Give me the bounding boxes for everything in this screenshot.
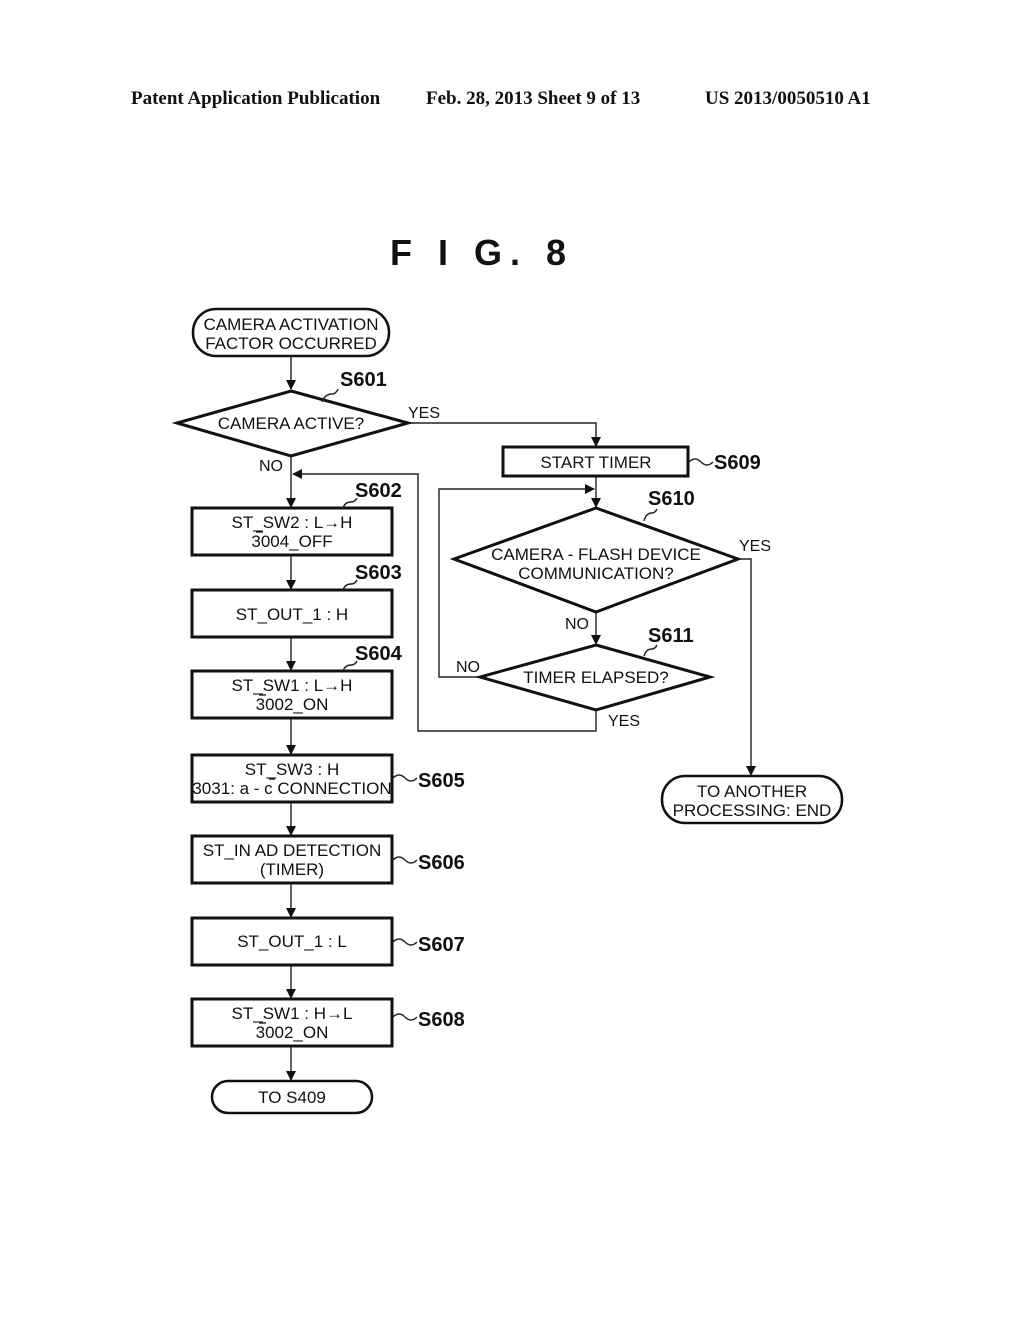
process-s604: ST_SW1 : L→H 3002_ON S604 [190,643,403,720]
s610-no-label: NO [565,616,589,633]
s610-yes-label: YES [739,538,771,555]
s608-line-1: ST_SW1 : H→L [232,1004,353,1023]
start-line-2: FACTOR OCCURRED [205,334,377,353]
s607-line-1: ST_OUT_1 : L [237,932,347,951]
process-s603: ST_OUT_1 : H S603 [190,562,402,639]
flowchart: CAMERA ACTIVATION FACTOR OCCURRED CAMERA… [171,307,844,1115]
s608-leader [392,1013,418,1021]
arrow-s601-yes-to-s609 [408,422,601,447]
s611-step-label: S611 [648,625,694,647]
s605-leader [392,774,418,782]
s604-line-2: 3002_ON [256,695,329,714]
s610-leader [643,508,658,522]
end-left-text: TO S409 [258,1088,326,1107]
s602-step-label: S602 [355,480,402,502]
s609-line-1: START TIMER [540,453,651,472]
s602-line-1: ST_SW2 : L→H [232,513,353,532]
s603-step-label: S603 [355,562,402,584]
s605-line-1: ST_SW3 : H [245,760,339,779]
s605-step-label: S605 [418,770,465,792]
process-s605: ST_SW3 : H 3031: a - c CONNECTION S605 [190,753,465,804]
s603-line-1: ST_OUT_1 : H [236,605,348,624]
process-s606: ST_IN AD DETECTION (TIMER) S606 [190,834,465,885]
s604-line-1: ST_SW1 : L→H [232,676,353,695]
end-right-line-2: PROCESSING: END [673,801,832,820]
process-s607: ST_OUT_1 : L S607 [190,916,465,967]
s601-no-label: NO [259,458,283,475]
s605-line-2: 3031: a - c CONNECTION [192,779,391,798]
s608-line-2: 3002_ON [256,1023,329,1042]
arrow-s610-yes-to-end [738,558,756,776]
s604-step-label: S604 [355,643,403,665]
end-terminal-another-processing: TO ANOTHER PROCESSING: END [660,774,844,825]
s611-no-label: NO [456,659,480,676]
s611-text: TIMER ELAPSED? [523,668,669,687]
end-terminal-to-s409: TO S409 [210,1079,374,1115]
start-line-1: CAMERA ACTIVATION [203,315,378,334]
s610-line-1: CAMERA - FLASH DEVICE [491,545,701,564]
s606-line-2: (TIMER) [260,860,324,879]
s610-line-2: COMMUNICATION? [518,564,674,583]
s606-step-label: S606 [418,852,465,874]
end-right-line-1: TO ANOTHER [697,782,807,801]
decision-s610: CAMERA - FLASH DEVICE COMMUNICATION? S61… [449,488,771,633]
s609-leader [688,458,714,466]
decision-s601: CAMERA ACTIVE? S601 YES NO [171,369,440,475]
process-s608: ST_SW1 : H→L 3002_ON S608 [190,997,465,1048]
s611-yes-label: YES [608,713,640,730]
s607-leader [392,938,418,946]
decision-s611: TIMER ELAPSED? S611 NO YES [456,625,716,730]
start-terminal: CAMERA ACTIVATION FACTOR OCCURRED [191,307,391,358]
s608-step-label: S608 [418,1009,465,1031]
s607-step-label: S607 [418,934,465,956]
s601-step-label: S601 [340,369,387,391]
s606-line-1: ST_IN AD DETECTION [203,841,382,860]
process-s602: ST_SW2 : L→H 3004_OFF S602 [190,480,402,557]
s601-yes-label: YES [408,405,440,422]
s602-line-2: 3004_OFF [251,532,332,551]
s601-text: CAMERA ACTIVE? [218,414,364,433]
s609-step-label: S609 [714,452,761,474]
process-s609: START TIMER S609 [501,445,761,478]
s606-leader [392,856,418,864]
s610-step-label: S610 [648,488,695,510]
